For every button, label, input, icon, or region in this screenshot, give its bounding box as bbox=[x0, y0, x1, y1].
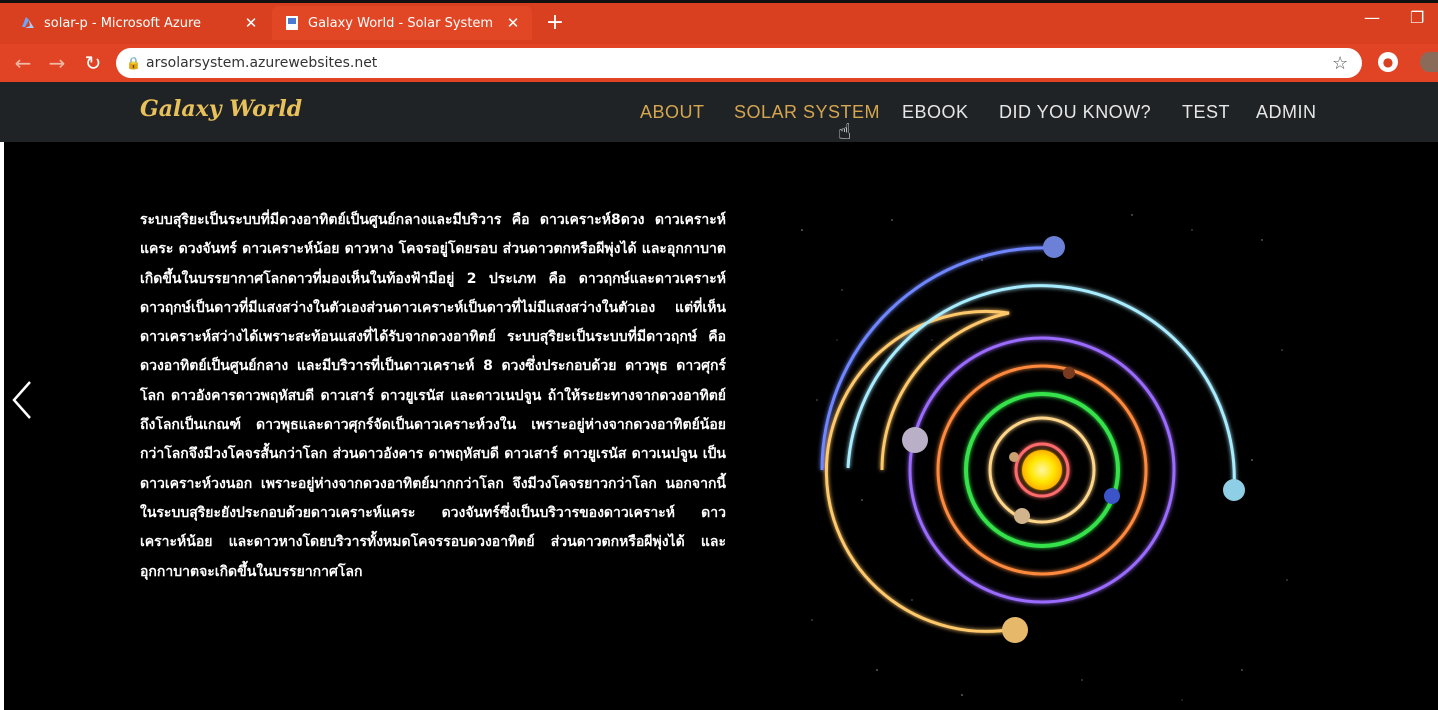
nav-test[interactable]: TEST bbox=[1182, 102, 1230, 123]
url-text: arsolarsystem.azurewebsites.net bbox=[146, 55, 378, 71]
planet-earth bbox=[1104, 488, 1120, 504]
extension-icon[interactable]: ● bbox=[1378, 52, 1398, 72]
restore-icon[interactable]: ❐ bbox=[1410, 8, 1424, 27]
carousel-prev-button[interactable] bbox=[6, 378, 36, 426]
azure-icon bbox=[20, 15, 36, 31]
planet-venus bbox=[1014, 508, 1030, 524]
browser-toolbar: ← → ↻ 🔒 arsolarsystem.azurewebsites.net … bbox=[0, 44, 1438, 82]
tab-solar-p-azure[interactable]: solar-p - Microsoft Azure ✕ bbox=[8, 6, 270, 40]
close-tab-icon[interactable]: ✕ bbox=[240, 14, 262, 32]
window-top-border bbox=[0, 0, 1438, 3]
back-icon[interactable]: ← bbox=[10, 50, 36, 76]
new-tab-button[interactable]: + bbox=[542, 10, 568, 36]
site-navbar: Galaxy World ABOUT SOLAR SYSTEM EBOOK DI… bbox=[0, 82, 1438, 142]
planet-mars bbox=[1063, 367, 1075, 379]
site-logo[interactable]: Galaxy World bbox=[140, 96, 302, 122]
close-tab-icon[interactable]: ✕ bbox=[502, 14, 524, 32]
bookmark-star-icon[interactable]: ☆ bbox=[1332, 53, 1362, 74]
reload-icon[interactable]: ↻ bbox=[80, 50, 106, 76]
lock-icon: 🔒 bbox=[126, 56, 141, 70]
sun bbox=[1022, 450, 1062, 490]
minimize-icon[interactable]: — bbox=[1364, 8, 1380, 27]
nav-ebook[interactable]: EBOOK bbox=[902, 102, 969, 123]
nav-did-you-know[interactable]: DID YOU KNOW? bbox=[999, 102, 1151, 123]
tab-galaxy-world[interactable]: Galaxy World - Solar System ✕ bbox=[272, 6, 532, 40]
tab-title: solar-p - Microsoft Azure bbox=[44, 15, 202, 31]
nav-solar-system[interactable]: SOLAR SYSTEM bbox=[734, 102, 880, 123]
nav-admin[interactable]: ADMIN bbox=[1256, 102, 1317, 123]
profile-avatar[interactable] bbox=[1420, 52, 1438, 72]
forward-icon[interactable]: → bbox=[44, 50, 70, 76]
planet-jupiter bbox=[902, 427, 928, 453]
tab-title: Galaxy World - Solar System bbox=[308, 15, 494, 31]
left-border bbox=[0, 142, 4, 710]
nav-about[interactable]: ABOUT bbox=[640, 102, 705, 123]
planet-saturn bbox=[1002, 617, 1028, 643]
planet-mercury bbox=[1009, 452, 1019, 462]
hand-cursor-icon: ☝ bbox=[838, 120, 852, 145]
solar-system-illustration bbox=[782, 200, 1304, 710]
address-bar[interactable]: 🔒 arsolarsystem.azurewebsites.net ☆ bbox=[116, 48, 1362, 78]
solar-system-description: ระบบสุริยะเป็นระบบที่มีดวงอาทิตย์เป็นศูน… bbox=[140, 212, 726, 580]
planet-uranus bbox=[1223, 479, 1245, 501]
browser-tab-strip: solar-p - Microsoft Azure ✕ Galaxy World… bbox=[0, 0, 1438, 44]
chevron-left-icon bbox=[12, 381, 31, 419]
page-icon bbox=[284, 15, 300, 31]
planet-neptune bbox=[1043, 236, 1065, 258]
